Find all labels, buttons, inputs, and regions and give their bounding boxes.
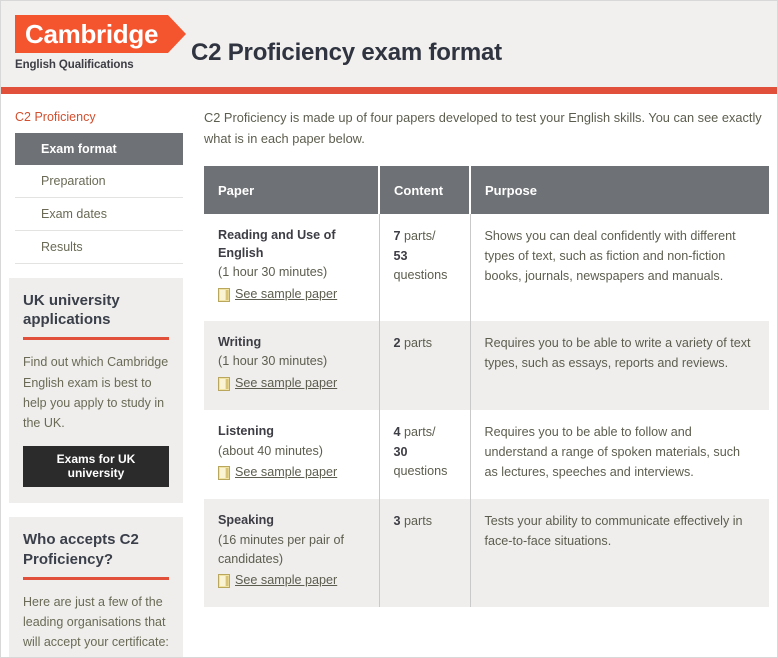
cell-paper: Listening (about 40 minutes) See sample … [204, 410, 380, 500]
table-row: Listening (about 40 minutes) See sample … [204, 410, 769, 500]
see-sample-paper-link[interactable]: See sample paper [235, 463, 337, 483]
exam-format-table: Paper Content Purpose Reading and Use of… [204, 166, 769, 608]
document-icon [218, 466, 230, 481]
see-sample-paper-link[interactable]: See sample paper [235, 571, 337, 591]
content-parts-number: 2 [393, 335, 401, 350]
header-accent-rule [1, 87, 777, 94]
sample-paper-link-wrap[interactable]: See sample paper [218, 285, 365, 305]
content-questions-word: questions [393, 464, 448, 479]
sample-paper-link-wrap[interactable]: See sample paper [218, 374, 365, 394]
see-sample-paper-link[interactable]: See sample paper [235, 285, 337, 305]
sidebar-nav-list: Exam format Preparation Exam dates Resul… [1, 133, 191, 264]
content-parts-line: 3 parts [394, 512, 456, 532]
brand-subtitle: English Qualifications [15, 59, 134, 71]
site-header: Cambridge English Qualifications C2 Prof… [1, 1, 777, 87]
content-parts-line: 2 parts [394, 334, 456, 354]
panel-uk-university: UK university applications Find out whic… [9, 278, 183, 504]
document-icon [218, 288, 230, 303]
main-content: C2 Proficiency is made up of four papers… [191, 94, 777, 608]
content-parts-word: parts [400, 335, 433, 350]
panel-text-who-accepts: Here are just a few of the leading organ… [23, 594, 169, 650]
cell-purpose: Requires you to be able to follow and un… [470, 410, 769, 500]
panel-who-accepts: Who accepts C2 Proficiency? Here are jus… [9, 517, 183, 657]
cell-content: 4 parts/ 30 questions [379, 410, 471, 500]
paper-duration: (1 hour 30 minutes) [218, 354, 328, 369]
content-questions-word: questions [393, 268, 448, 283]
cell-paper: Reading and Use of English (1 hour 30 mi… [204, 214, 380, 321]
panel-accent-rule [23, 337, 169, 341]
sample-paper-link-wrap[interactable]: See sample paper [218, 571, 365, 591]
sidebar-item-exam-format[interactable]: Exam format [15, 133, 183, 165]
content-parts-word: parts/ [400, 229, 436, 244]
exams-for-uk-university-button[interactable]: Exams for UK university [23, 446, 169, 488]
sidebar-item-results[interactable]: Results [15, 231, 183, 264]
cell-purpose: Tests your ability to communicate effect… [470, 499, 769, 608]
table-row: Writing (1 hour 30 minutes) See sample p… [204, 320, 769, 411]
content-parts-number: 3 [393, 514, 401, 529]
page-title: C2 Proficiency exam format [191, 39, 502, 67]
column-header-content: Content [379, 166, 471, 215]
panel-title-who-accepts: Who accepts C2 Proficiency? [23, 531, 139, 568]
cell-purpose: Shows you can deal confidently with diff… [470, 214, 769, 321]
column-header-purpose: Purpose [470, 166, 769, 215]
sidebar-item-exam-dates[interactable]: Exam dates [15, 198, 183, 231]
page-root: Cambridge English Qualifications C2 Prof… [0, 0, 778, 658]
sidebar-item-preparation[interactable]: Preparation [15, 165, 183, 198]
brand-logo[interactable]: Cambridge English Qualifications [1, 1, 187, 71]
paper-name: Speaking [218, 513, 274, 528]
sidebar: C2 Proficiency Exam format Preparation E… [1, 94, 191, 657]
content-parts-number: 4 [393, 425, 401, 440]
paper-name: Listening [218, 424, 274, 439]
cell-purpose: Requires you to be able to write a varie… [470, 320, 769, 411]
paper-name: Writing [218, 334, 262, 349]
content-parts-number: 7 [393, 229, 401, 244]
content-questions-number: 53 [393, 248, 408, 263]
table-header-row: Paper Content Purpose [204, 166, 769, 215]
brand-wordmark: Cambridge [25, 19, 159, 49]
cell-paper: Writing (1 hour 30 minutes) See sample p… [204, 320, 380, 411]
cell-paper: Speaking (16 minutes per pair of candida… [204, 499, 380, 608]
table-body: Reading and Use of English (1 hour 30 mi… [204, 214, 769, 608]
document-icon [218, 377, 230, 392]
content-questions-line: 53 questions [394, 247, 456, 286]
body-wrapper: C2 Proficiency Exam format Preparation E… [1, 94, 777, 657]
table-head: Paper Content Purpose [204, 166, 769, 215]
cell-content: 2 parts [379, 320, 471, 411]
sample-paper-link-wrap[interactable]: See sample paper [218, 463, 365, 483]
cell-content: 7 parts/ 53 questions [379, 214, 471, 321]
panel-text-uk-university: Find out which Cambridge English exam is… [23, 355, 169, 431]
see-sample-paper-link[interactable]: See sample paper [235, 374, 337, 394]
column-header-paper: Paper [204, 166, 380, 215]
paper-name: Reading and Use of English [218, 228, 336, 260]
panel-title-uk-university: UK university applications [23, 292, 120, 329]
paper-duration: (1 hour 30 minutes) [218, 265, 328, 280]
cambridge-logo-banner: Cambridge [15, 15, 187, 53]
paper-duration: (16 minutes per pair of candidates) [218, 532, 344, 566]
arrow-point-icon [168, 15, 187, 53]
panel-accent-rule [23, 576, 169, 580]
cell-content: 3 parts [379, 499, 471, 608]
content-parts-line: 4 parts/ [394, 423, 456, 443]
content-questions-number: 30 [393, 444, 408, 459]
intro-paragraph: C2 Proficiency is made up of four papers… [204, 110, 762, 146]
paper-duration: (about 40 minutes) [218, 443, 324, 458]
content-questions-line: 30 questions [394, 443, 456, 482]
table-row: Reading and Use of English (1 hour 30 mi… [204, 214, 769, 321]
table-row: Speaking (16 minutes per pair of candida… [204, 499, 769, 608]
content-parts-word: parts/ [400, 425, 436, 440]
sidebar-nav-title: C2 Proficiency [15, 110, 96, 124]
document-icon [218, 574, 230, 589]
content-parts-word: parts [400, 514, 433, 529]
content-parts-line: 7 parts/ [394, 227, 456, 247]
